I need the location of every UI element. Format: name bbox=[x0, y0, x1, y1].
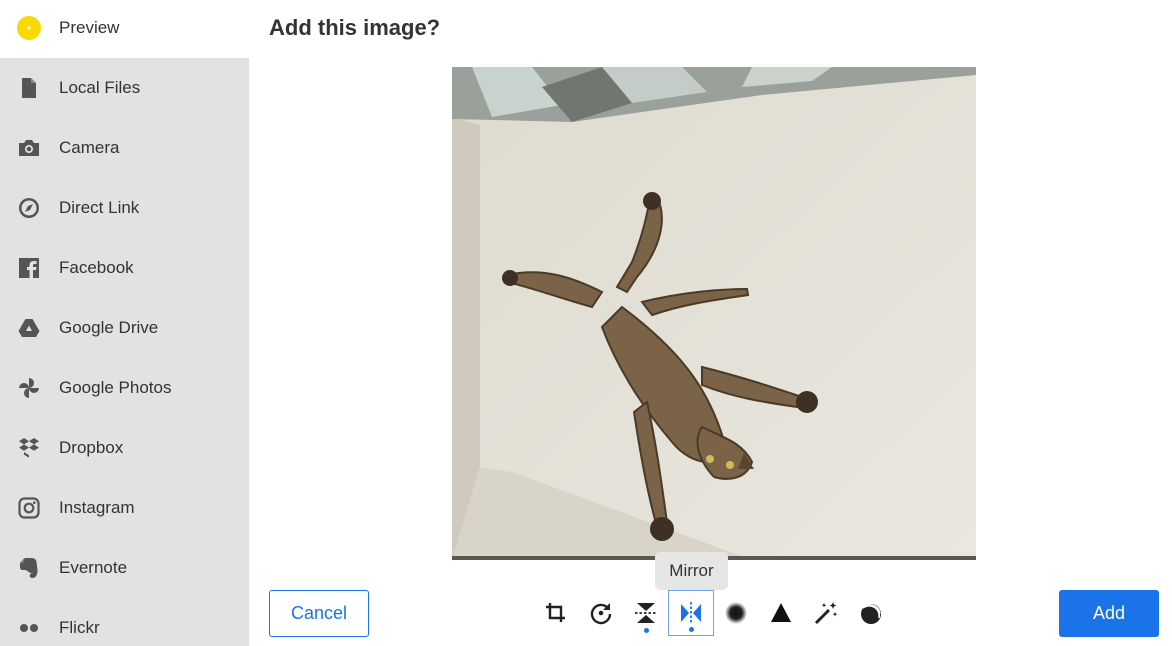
preview-dot-icon bbox=[17, 16, 41, 40]
sidebar-item-label: Evernote bbox=[59, 558, 128, 577]
sidebar-item-google-photos[interactable]: Google Photos bbox=[0, 358, 249, 418]
rotate-icon bbox=[590, 603, 612, 625]
sidebar-item-label: Direct Link bbox=[59, 198, 140, 217]
rotate-tool-button[interactable] bbox=[578, 590, 624, 636]
image-picker-dialog: Preview Local Files Camera Direct Link F bbox=[0, 0, 1172, 646]
file-icon bbox=[17, 76, 41, 100]
grayscale-icon bbox=[861, 602, 882, 624]
sidebar-item-camera[interactable]: Camera bbox=[0, 118, 249, 178]
instagram-icon bbox=[17, 496, 41, 520]
flickr-icon bbox=[17, 616, 41, 640]
mirror-tool-button[interactable] bbox=[668, 590, 714, 636]
crop-tool-button[interactable] bbox=[533, 590, 579, 636]
google-photos-icon bbox=[17, 376, 41, 400]
sidebar-item-flickr[interactable]: Flickr bbox=[0, 598, 249, 646]
cancel-button[interactable]: Cancel bbox=[269, 590, 369, 637]
sidebar-item-dropbox[interactable]: Dropbox bbox=[0, 418, 249, 478]
sidebar-item-label: Flickr bbox=[59, 618, 100, 637]
applied-indicator bbox=[643, 628, 649, 633]
sidebar-item-label: Instagram bbox=[59, 498, 135, 517]
enhance-tool-button[interactable] bbox=[803, 590, 849, 636]
sidebar-item-label: Google Photos bbox=[59, 378, 172, 397]
flip-vertical-icon bbox=[635, 603, 657, 623]
camera-icon bbox=[17, 136, 41, 160]
sidebar-item-google-drive[interactable]: Google Drive bbox=[0, 298, 249, 358]
sidebar-item-facebook[interactable]: Facebook bbox=[0, 238, 249, 298]
flip-tool-button[interactable] bbox=[623, 590, 669, 636]
link-compass-icon bbox=[17, 196, 41, 220]
dropbox-icon bbox=[17, 436, 41, 460]
source-sidebar: Preview Local Files Camera Direct Link F bbox=[0, 0, 249, 646]
cat-photo bbox=[452, 67, 976, 560]
sidebar-item-evernote[interactable]: Evernote bbox=[0, 538, 249, 598]
google-drive-icon bbox=[17, 316, 41, 340]
magic-wand-icon bbox=[814, 602, 838, 625]
sidebar-item-instagram[interactable]: Instagram bbox=[0, 478, 249, 538]
evernote-icon bbox=[17, 556, 41, 580]
blur-tool-button[interactable] bbox=[713, 590, 759, 636]
grayscale-tool-button[interactable] bbox=[848, 590, 894, 636]
dialog-title: Add this image? bbox=[269, 15, 441, 40]
sidebar-item-label: Preview bbox=[59, 18, 120, 37]
add-button[interactable]: Add bbox=[1059, 590, 1159, 637]
sharpen-triangle-icon bbox=[771, 603, 791, 622]
sharpen-tool-button[interactable] bbox=[758, 590, 804, 636]
mirror-tooltip: Mirror bbox=[655, 552, 728, 590]
sidebar-item-label: Camera bbox=[59, 138, 120, 157]
sidebar-item-preview[interactable]: Preview bbox=[0, 0, 249, 58]
sidebar-item-label: Google Drive bbox=[59, 318, 159, 337]
mirror-icon bbox=[681, 602, 701, 624]
sidebar-item-label: Dropbox bbox=[59, 438, 124, 457]
facebook-icon bbox=[17, 256, 41, 280]
blur-icon bbox=[725, 602, 747, 624]
sidebar-item-local-files[interactable]: Local Files bbox=[0, 58, 249, 118]
image-preview bbox=[452, 67, 976, 560]
sidebar-item-label: Facebook bbox=[59, 258, 134, 277]
applied-indicator bbox=[688, 627, 694, 632]
crop-icon bbox=[546, 603, 565, 622]
sidebar-item-direct-link[interactable]: Direct Link bbox=[0, 178, 249, 238]
sidebar-item-label: Local Files bbox=[59, 78, 141, 97]
